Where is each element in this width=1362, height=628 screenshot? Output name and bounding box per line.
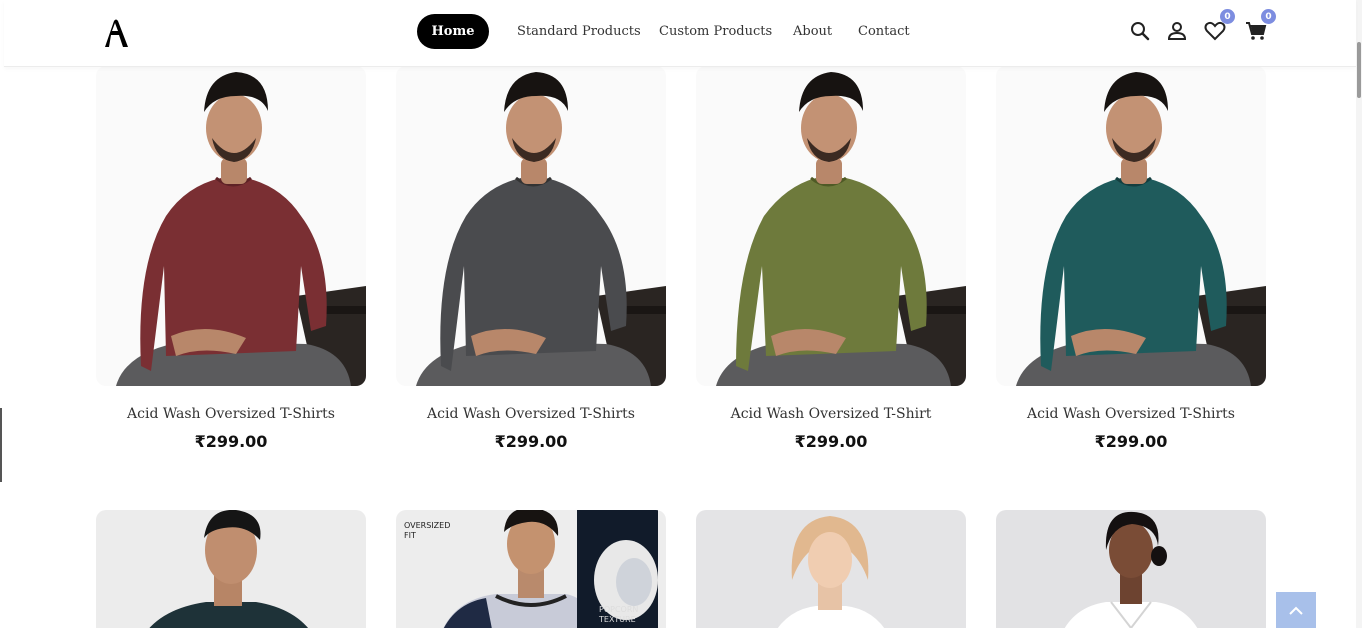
search-icon — [1131, 22, 1150, 41]
product-title[interactable]: Acid Wash Oversized T-Shirts — [996, 406, 1266, 422]
user-icon — [1167, 22, 1187, 40]
product-image[interactable] — [996, 510, 1266, 628]
page-edge-divider — [0, 408, 2, 482]
product-title[interactable]: Acid Wash Oversized T-Shirts — [96, 406, 366, 422]
product-card[interactable]: Acid Wash Oversized T-Shirt ₹299.00 — [696, 66, 966, 451]
product-image[interactable]: OVERSIZED FIT POPCORN TEXTURE — [396, 510, 666, 628]
nav-custom-products[interactable]: Custom Products — [659, 24, 772, 39]
product-title[interactable]: Acid Wash Oversized T-Shirts — [396, 406, 666, 422]
product-title[interactable]: Acid Wash Oversized T-Shirt — [696, 406, 966, 422]
wishlist-count-badge: 0 — [1220, 9, 1235, 24]
nav-standard-products[interactable]: Standard Products — [517, 24, 641, 39]
product-card[interactable]: Acid Wash Oversized T-Shirts ₹299.00 — [996, 66, 1266, 451]
site-header: Home Standard Products Custom Products A… — [4, 0, 1356, 67]
wishlist-button[interactable]: 0 — [1203, 9, 1235, 43]
product-price: ₹299.00 — [494, 432, 568, 451]
product-price: ₹299.00 — [1094, 432, 1168, 451]
product-image[interactable] — [696, 510, 966, 628]
brand-logo[interactable] — [102, 18, 130, 48]
chevron-up-icon — [1289, 606, 1303, 615]
oversized-fit-tag: OVERSIZED FIT — [404, 521, 451, 540]
search-button[interactable] — [1128, 19, 1152, 43]
cart-button[interactable]: 0 — [1244, 9, 1276, 43]
nav-home[interactable]: Home — [417, 14, 489, 49]
product-price: ₹299.00 — [194, 432, 268, 451]
scrollbar-thumb[interactable] — [1357, 42, 1361, 98]
product-card[interactable]: Acid Wash Oversized T-Shirts ₹299.00 — [96, 66, 366, 451]
product-image[interactable] — [996, 66, 1266, 386]
product-card[interactable]: Acid Wash Oversized T-Shirts ₹299.00 — [396, 66, 666, 451]
nav-contact[interactable]: Contact — [858, 24, 910, 39]
account-button[interactable] — [1165, 19, 1189, 43]
back-to-top-button[interactable] — [1276, 592, 1316, 628]
nav-about[interactable]: About — [793, 24, 832, 39]
scrollbar[interactable] — [1356, 0, 1362, 628]
cart-count-badge: 0 — [1261, 9, 1276, 24]
product-image[interactable] — [696, 66, 966, 386]
product-image[interactable] — [96, 510, 366, 628]
product-image[interactable] — [96, 66, 366, 386]
product-image[interactable] — [396, 66, 666, 386]
product-price: ₹299.00 — [794, 432, 868, 451]
popcorn-texture-tag: POPCORN TEXTURE — [599, 605, 639, 624]
